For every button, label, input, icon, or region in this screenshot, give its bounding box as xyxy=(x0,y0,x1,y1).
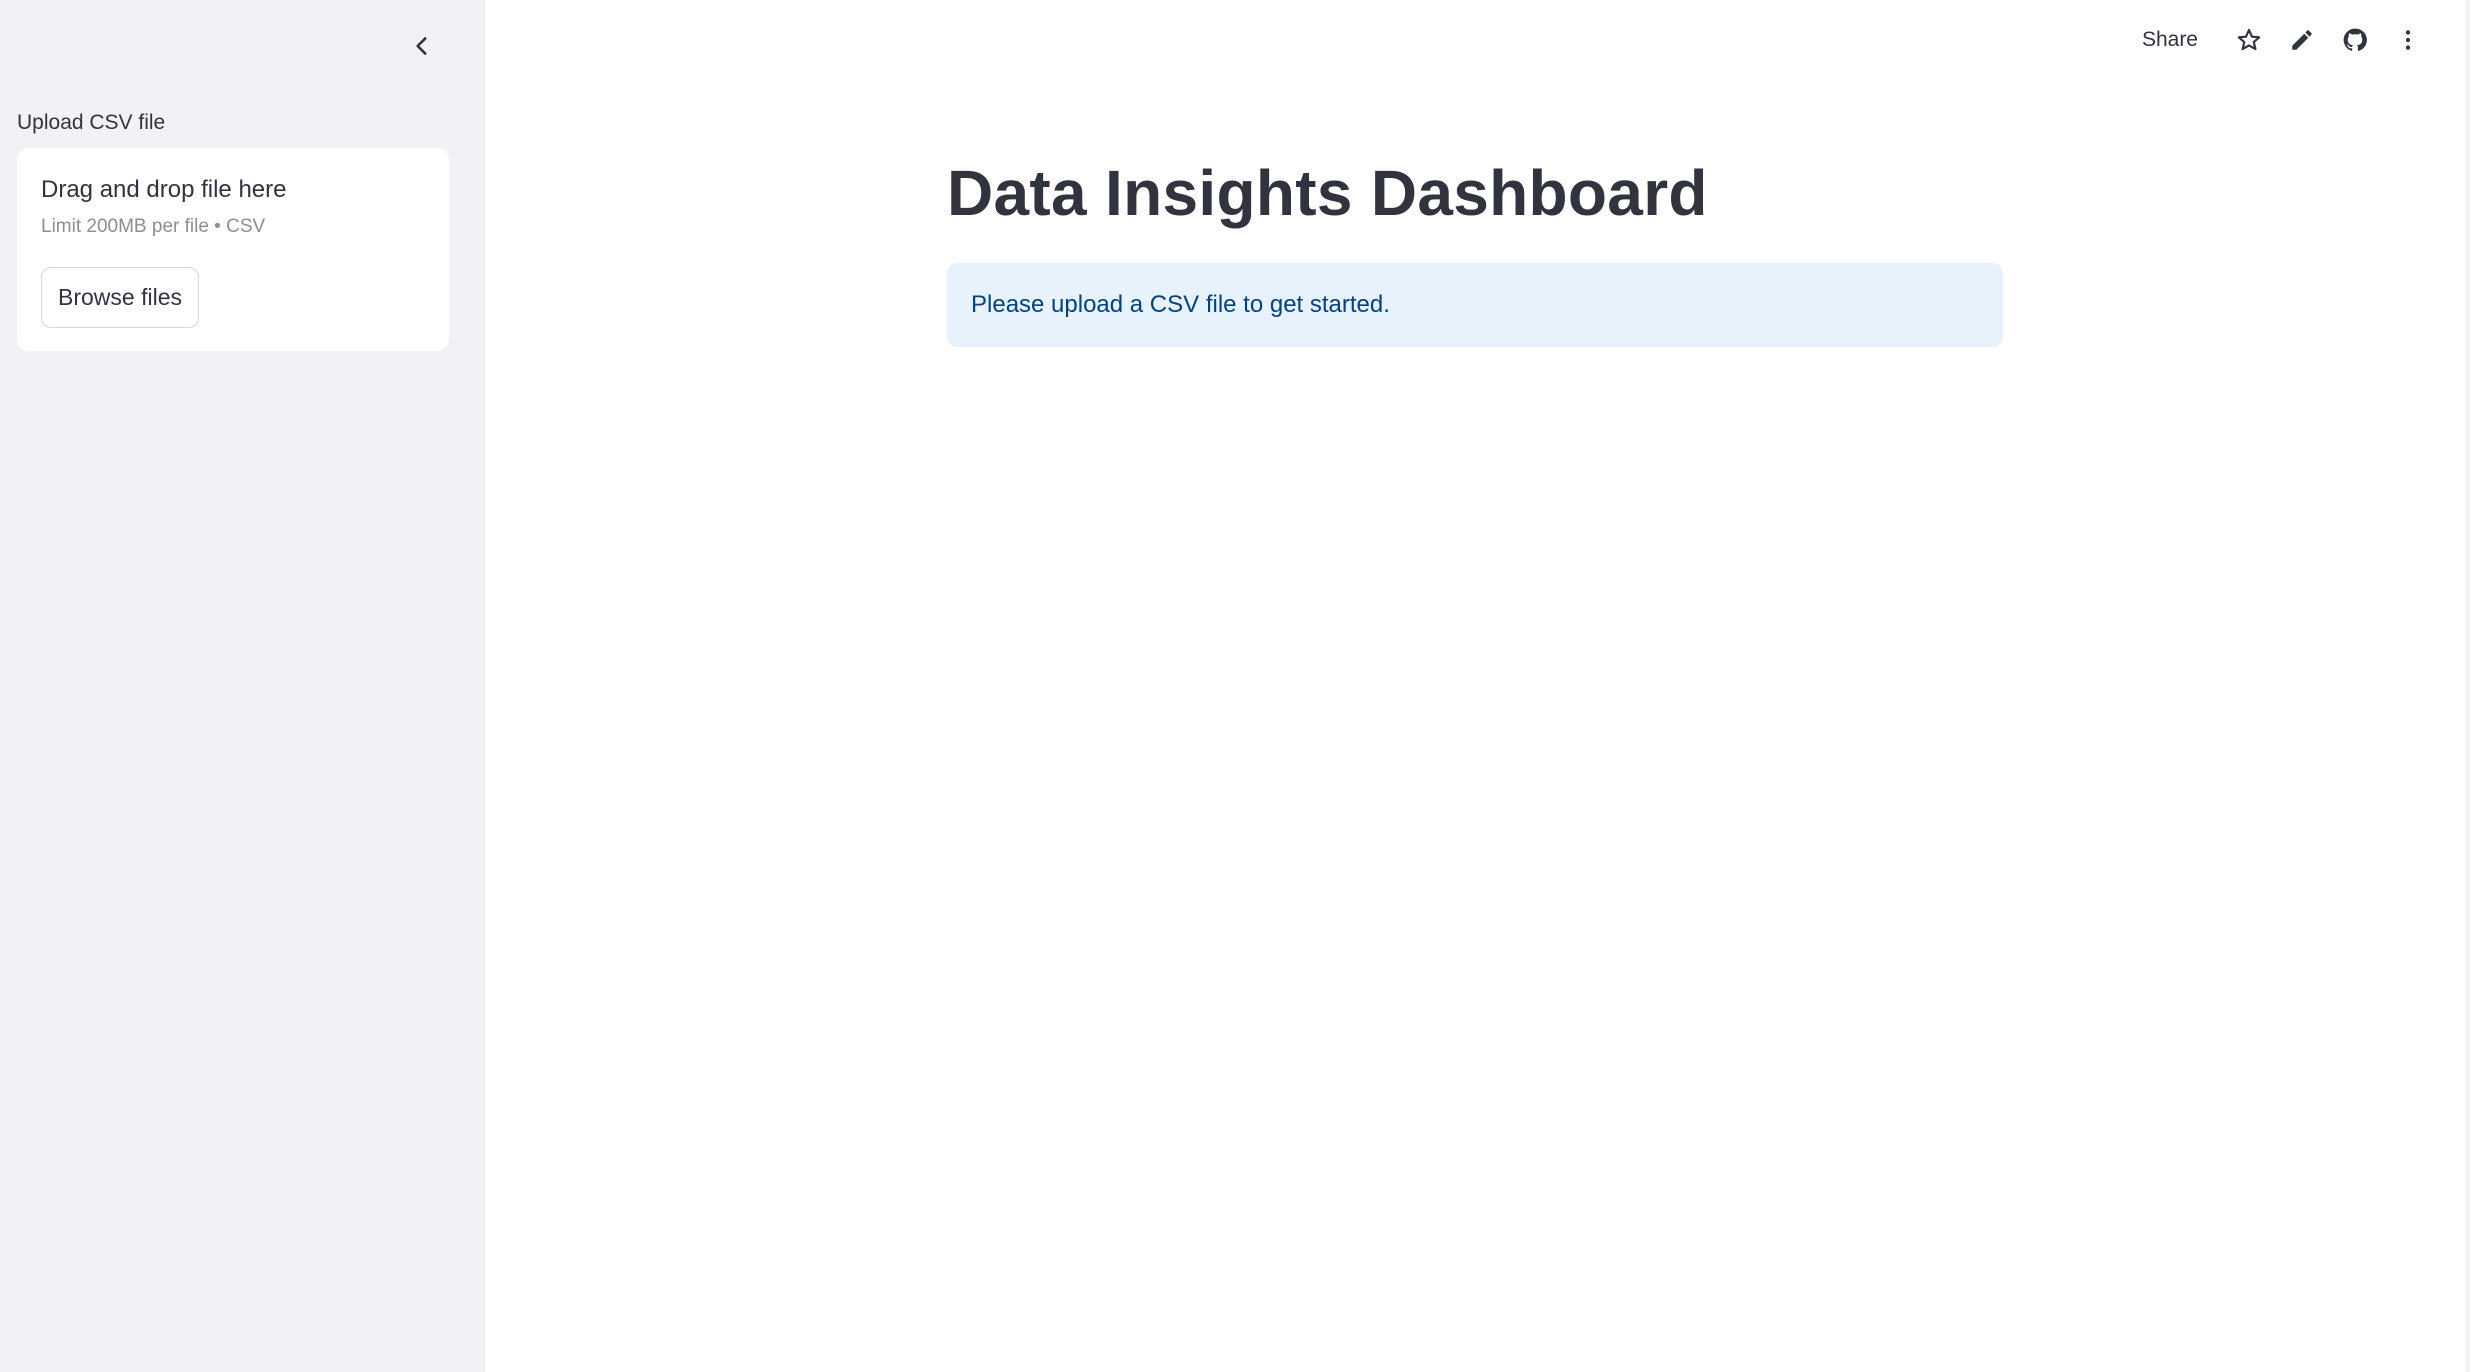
sidebar: Upload CSV file Drag and drop file here … xyxy=(0,0,485,1372)
chevron-left-icon xyxy=(416,37,427,55)
upload-label: Upload CSV file xyxy=(17,111,166,134)
browse-files-button[interactable]: Browse files xyxy=(41,267,199,328)
main-content: Share Data Insights Dashboard Please upl… xyxy=(486,0,2470,1372)
scrollbar-track[interactable] xyxy=(2466,0,2470,1372)
more-vertical-icon xyxy=(2405,30,2411,50)
github-icon xyxy=(2343,28,2367,51)
pencil-icon xyxy=(2292,30,2312,50)
share-button[interactable]: Share xyxy=(2128,18,2212,62)
info-alert-text: Please upload a CSV file to get started. xyxy=(971,291,1390,318)
info-alert: Please upload a CSV file to get started. xyxy=(947,263,2003,347)
github-button[interactable] xyxy=(2333,18,2377,62)
top-toolbar: Share xyxy=(2128,18,2470,62)
main-menu-button[interactable] xyxy=(2386,18,2430,62)
page-title: Data Insights Dashboard xyxy=(947,157,1708,229)
collapse-sidebar-button[interactable] xyxy=(402,26,442,66)
star-button[interactable] xyxy=(2227,18,2271,62)
dropzone-limit-text: Limit 200MB per file • CSV xyxy=(41,216,266,237)
file-dropzone[interactable]: Drag and drop file here Limit 200MB per … xyxy=(17,148,449,351)
star-icon xyxy=(2237,28,2261,51)
edit-button[interactable] xyxy=(2280,18,2324,62)
app-window: Upload CSV file Drag and drop file here … xyxy=(0,0,2470,1372)
dropzone-title: Drag and drop file here xyxy=(41,176,287,203)
